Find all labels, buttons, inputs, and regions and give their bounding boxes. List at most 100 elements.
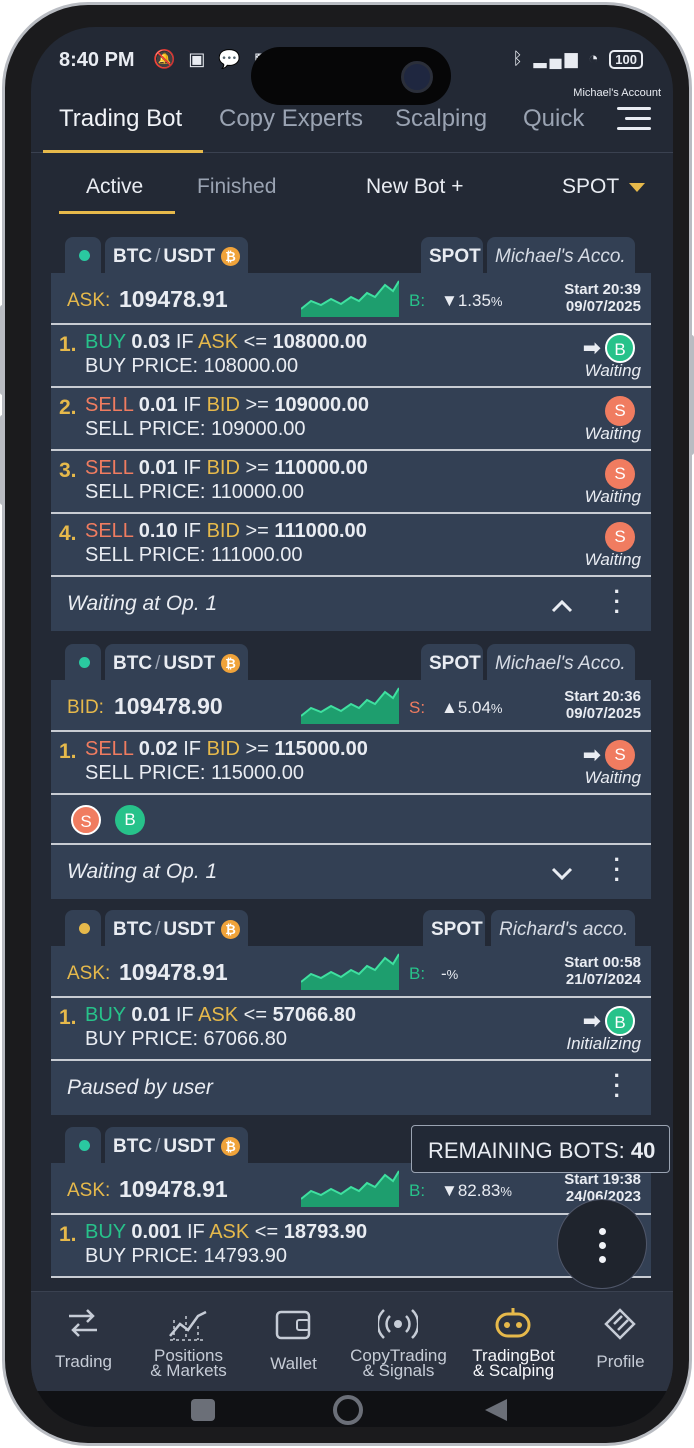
nav-label: Profile (596, 1352, 645, 1371)
operation-row: 4. SELL 0.10 IF BID >= 111000.00 SELL PRIC… (51, 514, 651, 577)
nav-profile[interactable]: Profile (568, 1292, 673, 1392)
op-if: IF (183, 457, 202, 479)
status-dot (79, 657, 90, 668)
op-number: 2. (59, 396, 77, 419)
tab-copy-experts[interactable]: Copy Experts (219, 105, 363, 133)
op-threshold: 18793.90 (283, 1221, 368, 1243)
collapse-chevron-icon[interactable] (551, 599, 573, 613)
change-value: ▼1.35% (441, 291, 502, 311)
start-date: 09/07/2025 (565, 298, 641, 315)
status-dot (79, 923, 90, 934)
op-number: 4. (59, 522, 77, 545)
start-time: Start 19:38 (564, 1171, 641, 1188)
tab-quick[interactable]: Quick (523, 105, 584, 133)
phone-frame: 8:40 PM 🔕 ▣ 💬 ▩ ᛒ ▂▄▆ ◔ 100 Michael's Ac… (0, 2, 694, 1446)
menu-icon[interactable] (617, 107, 651, 131)
expand-chevron-icon[interactable] (551, 867, 573, 881)
sell-badge-icon: S (605, 396, 635, 426)
nav-trading[interactable]: Trading (31, 1292, 136, 1392)
op-number: 1. (59, 740, 77, 763)
home-icon[interactable] (333, 1395, 363, 1425)
op-cmp: >= (245, 738, 269, 760)
volume-button (0, 415, 5, 505)
bot-status-text: Waiting at Op. 1 (67, 592, 218, 615)
op-side: SELL (85, 457, 134, 479)
more-options-icon[interactable]: · · · (614, 849, 621, 891)
op-condition: SELL 0.02 IF BID >= 115000.00 (85, 738, 368, 761)
nav-wallet[interactable]: Wallet (241, 1292, 346, 1392)
new-bot-button[interactable]: New Bot + (366, 175, 463, 199)
op-if: IF (175, 1004, 194, 1026)
sell-step-badge: S (71, 805, 101, 835)
change-value: -% (441, 964, 458, 984)
arrow-right-icon: ➡ (582, 1008, 601, 1033)
market-chip: SPOT (421, 644, 483, 680)
recents-icon[interactable] (191, 1399, 215, 1421)
tab-trading-bot[interactable]: Trading Bot (59, 105, 182, 133)
more-options-icon[interactable]: · · · (614, 581, 621, 623)
start-time: Start 20:36 (564, 688, 641, 705)
price-row: ASK: 109478.91 B: ▼1.35% Start 20:39 09/0… (51, 273, 651, 325)
percent-sign: % (490, 701, 503, 716)
system-icons: ᛒ ▂▄▆ ◔ 100 (512, 49, 643, 69)
start-time: Start 00:58 (564, 954, 641, 971)
tab-active[interactable]: Active (86, 175, 143, 199)
side-label: B: (409, 291, 426, 310)
caret-down-icon (629, 182, 646, 192)
market-select[interactable]: SPOT (562, 175, 646, 199)
percent-sign: % (490, 294, 503, 309)
op-amount: 0.01 (138, 394, 178, 416)
nav-copytrading-signals[interactable]: CopyTrading & Signals (346, 1292, 451, 1392)
operation-row: 3. SELL 0.01 IF BID >= 110000.00 SELL PRIC… (51, 451, 651, 514)
system-nav-bar (31, 1391, 673, 1427)
operation-row: 1. BUY 0.03 IF ASK <= 108000.00 BUY PRICE:… (51, 325, 651, 388)
pair-quote: USDT (163, 653, 216, 674)
more-options-icon[interactable]: · · · (614, 1065, 621, 1107)
change-number: ▲5.04 (441, 698, 491, 717)
market-chip: SPOT (421, 237, 483, 273)
buy-step-badge: B (115, 805, 145, 835)
status-indicator (65, 644, 101, 680)
back-icon[interactable] (485, 1399, 507, 1421)
op-condition: SELL 0.01 IF BID >= 109000.00 (85, 394, 369, 417)
price-row: ASK: 109478.91 B: -% Start 00:58 21/07/20… (51, 946, 651, 998)
pair-chip: BTC / USDT ₿ (105, 644, 248, 680)
op-amount: 0.10 (138, 520, 178, 542)
account-chip: Michael's Acco. (487, 237, 635, 273)
op-ref: ASK (198, 1004, 239, 1026)
op-cmp: <= (254, 1221, 279, 1243)
wallet-icon (275, 1310, 311, 1340)
op-cmp: <= (243, 331, 268, 353)
op-threshold: 57066.80 (272, 1004, 356, 1026)
clock: 8:40 PM (59, 49, 135, 71)
pair-base: BTC (113, 246, 153, 267)
more-actions-fab[interactable] (557, 1199, 647, 1289)
operations: 1. BUY 0.03 IF ASK <= 108000.00 BUY PRICE:… (51, 325, 651, 577)
bitcoin-icon: ₿ (221, 1137, 241, 1156)
op-if: IF (183, 394, 202, 416)
start-date: 09/07/2025 (565, 705, 641, 722)
top-tabs: Trading Bot Copy Experts Scalping Quick (31, 97, 673, 153)
op-price: SELL PRICE: 110000.00 (85, 481, 305, 503)
start-info: Start 20:39 09/07/2025 (564, 281, 641, 315)
bot-panel: BID: 109478.90 S: ▲5.04% Start 20:36 09/0… (51, 680, 651, 899)
nav-label-2: & Signals (362, 1361, 435, 1380)
nav-positions-markets[interactable]: Positions & Markets (136, 1292, 241, 1392)
start-date: 21/07/2024 (565, 971, 641, 988)
op-side: SELL (85, 520, 134, 542)
op-state: Waiting (584, 768, 641, 787)
op-number: 1. (59, 1006, 77, 1029)
status-dot (79, 1140, 90, 1151)
tab-scalping[interactable]: Scalping (395, 105, 487, 133)
op-if: IF (186, 1221, 205, 1243)
op-threshold: 111000.00 (274, 520, 367, 542)
op-amount: 0.01 (138, 457, 178, 479)
op-side: BUY (85, 331, 126, 353)
bot-status-text: Waiting at Op. 1 (67, 860, 218, 883)
tab-finished[interactable]: Finished (197, 175, 276, 199)
sell-badge-icon: S (605, 522, 635, 552)
price-value: 109478.91 (119, 959, 228, 985)
start-info: Start 20:36 09/07/2025 (564, 688, 641, 722)
nav-tradingbot-scalping[interactable]: TradingBot & Scalping (461, 1292, 566, 1392)
signal-broadcast-icon (378, 1309, 418, 1339)
